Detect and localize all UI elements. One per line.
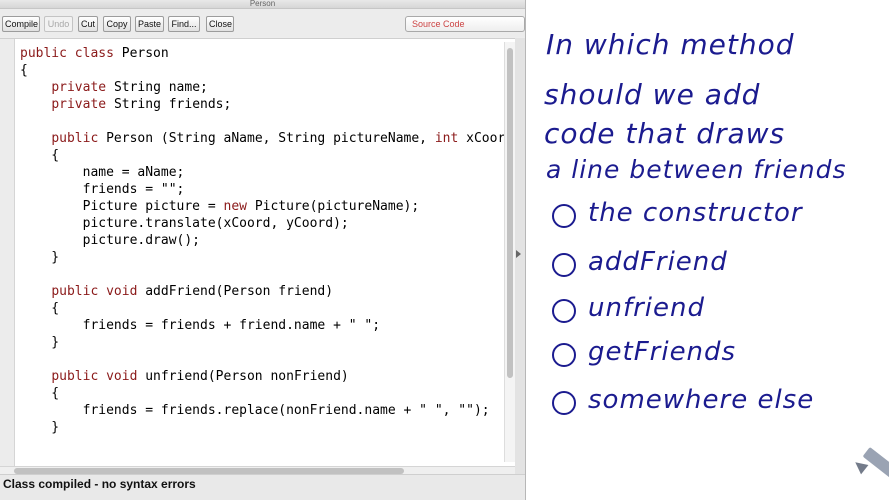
code-line[interactable]: private String friends; [20, 96, 505, 113]
compile-button[interactable]: Compile [2, 16, 40, 32]
code-line[interactable]: } [20, 249, 505, 266]
source-code[interactable]: public class Person{ private String name… [20, 45, 505, 436]
radio-circle-icon[interactable] [552, 343, 576, 367]
question-line-1: In which method [546, 28, 795, 61]
option-label: the constructor [588, 198, 803, 228]
option-label: unfriend [588, 293, 706, 323]
code-text: unfriend(Person nonFriend) [145, 369, 349, 384]
code-text: name = aName; [20, 165, 185, 180]
whiteboard: In which method should we add code that … [526, 0, 889, 500]
line-gutter [0, 39, 15, 467]
code-editor[interactable]: public class Person{ private String name… [0, 38, 515, 467]
code-line[interactable]: name = aName; [20, 164, 505, 181]
code-line[interactable]: friends = friends + friend.name + " "; [20, 317, 505, 334]
code-line[interactable]: friends = friends.replace(nonFriend.name… [20, 402, 505, 419]
code-text: xCoor [466, 131, 506, 146]
code-line[interactable]: { [20, 147, 505, 164]
bluej-editor-window: Person Compile Undo Cut Copy Paste Find.… [0, 0, 526, 500]
code-text: Picture picture = [20, 199, 224, 214]
code-text: picture.translate(xCoord, yCoord); [20, 216, 349, 231]
code-text: addFriend(Person friend) [145, 284, 334, 299]
code-keyword: public void [51, 284, 146, 299]
code-text: Person [121, 46, 169, 61]
code-keyword: int [434, 131, 467, 146]
code-text: Person (String aName, String pictureName… [106, 131, 435, 146]
code-line[interactable]: } [20, 419, 505, 436]
question-line-2: should we add [544, 78, 761, 111]
close-button[interactable]: Close [206, 16, 234, 32]
vertical-scroll-thumb[interactable] [507, 48, 513, 378]
code-line[interactable]: picture.translate(xCoord, yCoord); [20, 215, 505, 232]
code-text: { [20, 301, 60, 316]
code-line[interactable]: public Person (String aName, String pict… [20, 130, 505, 147]
code-text: Picture(pictureName); [254, 199, 420, 214]
code-keyword: private [51, 80, 114, 95]
question-line-3: code that draws [544, 117, 786, 150]
code-text: picture.draw(); [20, 233, 201, 248]
cut-button[interactable]: Cut [78, 16, 98, 32]
code-text: String friends; [113, 97, 232, 112]
code-line[interactable]: public void unfriend(Person nonFriend) [20, 368, 505, 385]
code-line[interactable]: { [20, 300, 505, 317]
undo-button[interactable]: Undo [44, 16, 73, 32]
code-line[interactable]: } [20, 334, 505, 351]
window-title: Person [0, 0, 525, 9]
code-text: friends = friends.replace(nonFriend.name… [20, 403, 490, 418]
code-text: { [20, 63, 28, 78]
code-line[interactable]: { [20, 385, 505, 402]
find-button[interactable]: Find... [168, 16, 200, 32]
code-text: String name; [113, 80, 208, 95]
code-line[interactable]: private String name; [20, 79, 505, 96]
radio-circle-icon[interactable] [552, 253, 576, 277]
code-text: } [20, 335, 60, 350]
status-message: Class compiled - no syntax errors [3, 477, 196, 491]
expand-arrow-icon[interactable] [516, 250, 521, 258]
code-keyword: public [51, 131, 107, 146]
code-line[interactable]: { [20, 62, 505, 79]
option-label: getFriends [588, 337, 737, 367]
code-keyword: new [223, 199, 255, 214]
option-label: addFriend [588, 247, 728, 277]
radio-circle-icon[interactable] [552, 299, 576, 323]
code-text: { [20, 386, 60, 401]
code-text: friends = ""; [20, 182, 185, 197]
question-line-4: a line between friends [546, 155, 847, 184]
code-text: } [20, 420, 60, 435]
copy-button[interactable]: Copy [103, 16, 131, 32]
code-line[interactable] [20, 351, 505, 368]
option-label: somewhere else [588, 385, 815, 415]
status-bar: Class compiled - no syntax errors [0, 474, 525, 500]
view-mode-select[interactable]: Source Code [405, 16, 525, 32]
code-line[interactable] [20, 266, 505, 283]
code-line[interactable]: friends = ""; [20, 181, 505, 198]
code-line[interactable]: Picture picture = new Picture(pictureNam… [20, 198, 505, 215]
code-text: { [20, 148, 60, 163]
code-keyword: public class [20, 46, 122, 61]
radio-circle-icon[interactable] [552, 391, 576, 415]
code-keyword: private [51, 97, 114, 112]
code-line[interactable] [20, 113, 505, 130]
pen-tip-icon [851, 457, 869, 475]
code-line[interactable]: public void addFriend(Person friend) [20, 283, 505, 300]
paste-button[interactable]: Paste [135, 16, 164, 32]
code-text: } [20, 250, 60, 265]
code-line[interactable]: public class Person [20, 45, 505, 62]
radio-circle-icon[interactable] [552, 204, 576, 228]
code-text: friends = friends + friend.name + " "; [20, 318, 381, 333]
code-keyword: public void [51, 369, 146, 384]
code-line[interactable]: picture.draw(); [20, 232, 505, 249]
